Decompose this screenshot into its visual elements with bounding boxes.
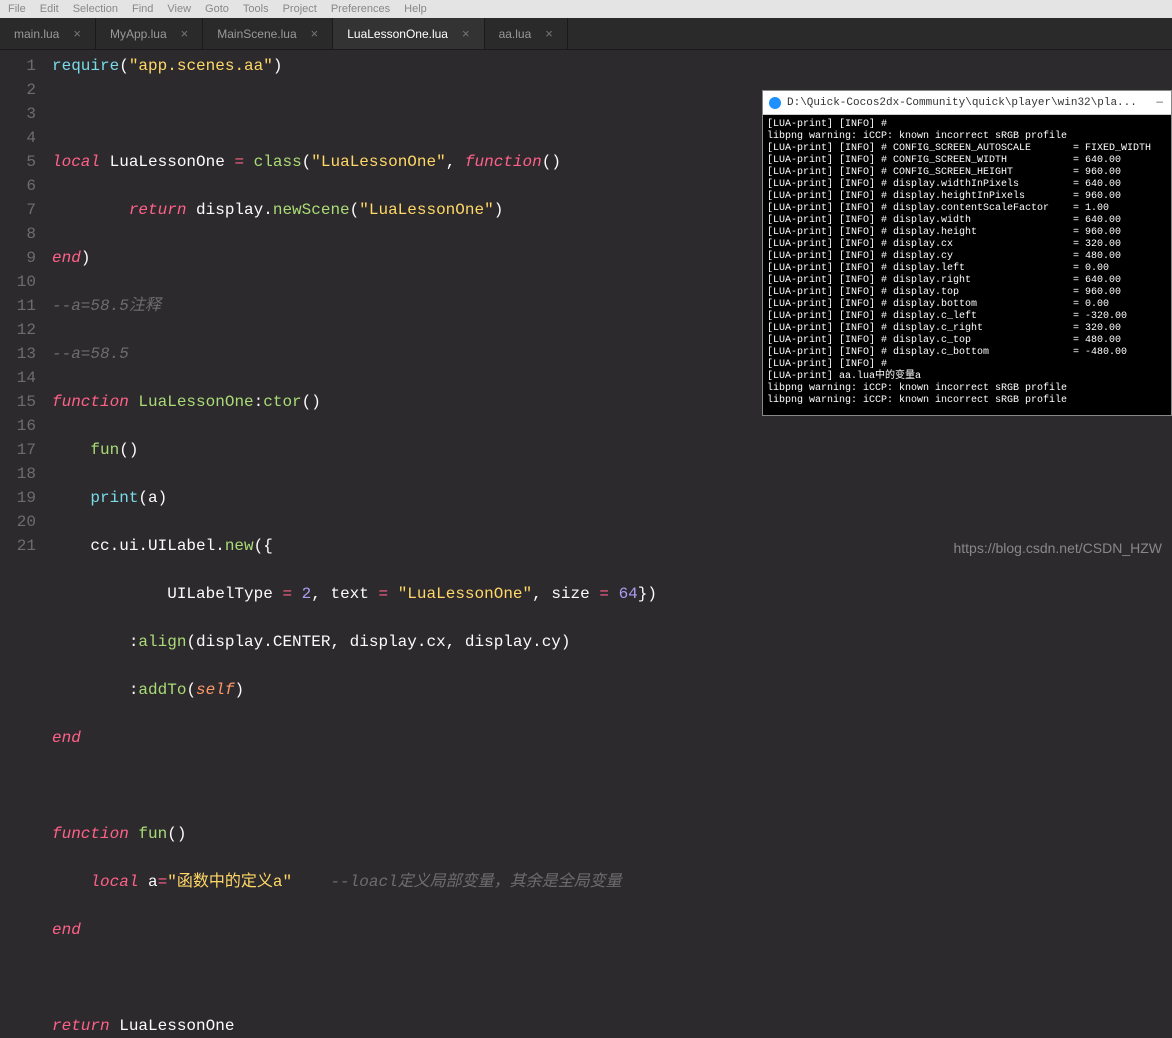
line-number: 17 — [0, 438, 36, 462]
line-number: 20 — [0, 510, 36, 534]
line-number: 2 — [0, 78, 36, 102]
tab-mainscene-lua[interactable]: MainScene.lua × — [203, 18, 333, 49]
line-number: 13 — [0, 342, 36, 366]
line-number: 16 — [0, 414, 36, 438]
close-icon[interactable]: × — [181, 26, 189, 41]
menu-goto[interactable]: Goto — [205, 3, 229, 15]
tab-main-lua[interactable]: main.lua × — [0, 18, 96, 49]
close-icon[interactable]: × — [73, 26, 81, 41]
close-icon[interactable]: × — [545, 26, 553, 41]
line-gutter: 1 2 3 4 5 6 7 8 9 10 11 12 13 14 15 16 1… — [0, 50, 44, 562]
line-number: 14 — [0, 366, 36, 390]
line-number: 15 — [0, 390, 36, 414]
console-title-text: D:\Quick-Cocos2dx-Community\quick\player… — [787, 97, 1137, 109]
line-number: 1 — [0, 54, 36, 78]
line-number: 11 — [0, 294, 36, 318]
menu-help[interactable]: Help — [404, 3, 427, 15]
line-number: 10 — [0, 270, 36, 294]
app-icon — [769, 97, 781, 109]
editor-area: 1 2 3 4 5 6 7 8 9 10 11 12 13 14 15 16 1… — [0, 50, 1172, 562]
tab-lualessonone-lua[interactable]: LuaLessonOne.lua × — [333, 18, 484, 49]
minimize-icon[interactable]: — — [1156, 97, 1165, 109]
line-number: 21 — [0, 534, 36, 558]
tab-bar: main.lua × MyApp.lua × MainScene.lua × LuaL… — [0, 18, 1172, 50]
console-titlebar[interactable]: D:\Quick-Cocos2dx-Community\quick\player… — [763, 91, 1171, 115]
line-number: 4 — [0, 126, 36, 150]
menu-view[interactable]: View — [167, 3, 191, 15]
line-number: 18 — [0, 462, 36, 486]
menu-project[interactable]: Project — [283, 3, 317, 15]
line-number: 19 — [0, 486, 36, 510]
line-number: 8 — [0, 222, 36, 246]
console-output[interactable]: [LUA-print] [INFO] # libpng warning: iCC… — [763, 115, 1171, 415]
console-window[interactable]: D:\Quick-Cocos2dx-Community\quick\player… — [762, 90, 1172, 416]
line-number: 12 — [0, 318, 36, 342]
tab-label: MyApp.lua — [110, 27, 167, 41]
close-icon[interactable]: × — [462, 26, 470, 41]
menu-find[interactable]: Find — [132, 3, 153, 15]
line-number: 3 — [0, 102, 36, 126]
line-number: 6 — [0, 174, 36, 198]
tab-aa-lua[interactable]: aa.lua × — [485, 18, 568, 49]
line-number: 7 — [0, 198, 36, 222]
tab-myapp-lua[interactable]: MyApp.lua × — [96, 18, 203, 49]
close-icon[interactable]: × — [311, 26, 319, 41]
menu-file[interactable]: File — [8, 3, 26, 15]
menu-bar: File Edit Selection Find View Goto Tools… — [0, 0, 1172, 18]
menu-tools[interactable]: Tools — [243, 3, 269, 15]
line-number: 9 — [0, 246, 36, 270]
menu-selection[interactable]: Selection — [73, 3, 118, 15]
watermark: https://blog.csdn.net/CSDN_HZW — [953, 540, 1162, 556]
line-number: 5 — [0, 150, 36, 174]
menu-preferences[interactable]: Preferences — [331, 3, 390, 15]
tab-label: main.lua — [14, 27, 59, 41]
tab-label: aa.lua — [499, 27, 532, 41]
tab-label: MainScene.lua — [217, 27, 296, 41]
menu-edit[interactable]: Edit — [40, 3, 59, 15]
tab-label: LuaLessonOne.lua — [347, 27, 448, 41]
